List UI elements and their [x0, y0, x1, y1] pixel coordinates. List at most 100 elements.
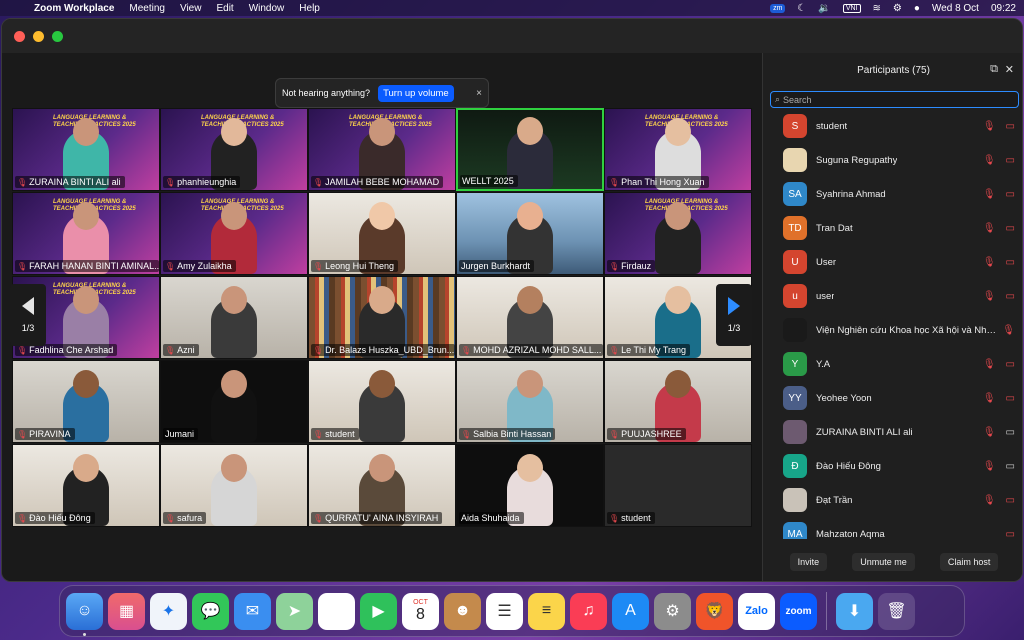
menu-view[interactable]: View — [180, 3, 202, 14]
photos-icon[interactable]: ✿ — [318, 592, 355, 630]
launchpad-icon[interactable]: ▦ — [108, 592, 145, 630]
camera-off-icon[interactable]: ▭ — [1006, 359, 1015, 370]
participant-row[interactable]: Viện Nghiên cứu Khoa học Xã hội và Nhân.… — [763, 313, 1022, 347]
mic-muted-icon[interactable]: 🎙 — [983, 461, 996, 472]
reminders-icon[interactable]: ☰ — [486, 592, 523, 630]
messages-icon[interactable]: 💬 — [192, 592, 229, 630]
app-store-icon[interactable]: A — [612, 592, 649, 630]
camera-off-icon[interactable]: ▭ — [1006, 529, 1015, 540]
next-page-button[interactable]: 1/3 — [716, 284, 752, 346]
video-tile[interactable]: 🎙 student — [604, 444, 752, 527]
menu-time[interactable]: 09:22 — [991, 3, 1016, 14]
video-tile[interactable]: 🎙 Đào Hiếu Đông — [12, 444, 160, 527]
notes-icon[interactable]: ≡ — [528, 592, 565, 630]
video-tile[interactable]: 🎙 PUUJASHREE — [604, 360, 752, 443]
zoom-icon[interactable]: zoom — [780, 592, 817, 630]
maps-icon[interactable]: ➤ — [276, 592, 313, 630]
trash-icon[interactable]: 🗑 — [878, 592, 915, 630]
close-icon[interactable]: × — [476, 88, 482, 99]
moon-icon[interactable]: ☾ — [797, 3, 806, 14]
video-tile[interactable]: 🎙 student — [308, 360, 456, 443]
mic-muted-icon[interactable]: 🎙 — [983, 393, 996, 404]
downloads-folder-icon[interactable]: ⬇ — [836, 592, 873, 630]
participant-row[interactable]: TD Tran Dat 🎙 ▭ — [763, 211, 1022, 245]
participant-row[interactable]: Đ Đào Hiếu Đông 🎙 ▭ — [763, 449, 1022, 483]
participant-row[interactable]: Sstudent 🎙 ▭ — [763, 109, 1022, 143]
camera-off-icon[interactable]: ▭ — [1006, 393, 1015, 404]
video-tile[interactable]: LANGUAGE LEARNING & TEACHING PRACTICES 2… — [160, 108, 308, 191]
video-tile[interactable]: LANGUAGE LEARNING & TEACHING PRACTICES 2… — [160, 192, 308, 275]
participant-row[interactable]: Y Y.A 🎙 ▭ — [763, 347, 1022, 381]
participant-row[interactable]: u user 🎙 ▭ — [763, 279, 1022, 313]
mic-muted-icon[interactable]: 🎙 — [983, 257, 996, 268]
system-settings-icon[interactable]: ⚙ — [654, 592, 691, 630]
mic-muted-icon[interactable]: 🎙 — [983, 291, 996, 302]
video-tile[interactable]: Jumani — [160, 360, 308, 443]
previous-page-button[interactable]: 1/3 — [10, 284, 46, 346]
video-tile[interactable]: LANGUAGE LEARNING & TEACHING PRACTICES 2… — [604, 108, 752, 191]
mic-muted-icon[interactable]: 🎙 — [983, 359, 996, 370]
video-tile[interactable]: Aida Shuhaida — [456, 444, 604, 527]
camera-off-icon[interactable]: ▭ — [1006, 155, 1015, 166]
participant-row[interactable]: YY Yeohee Yoon 🎙 ▭ — [763, 381, 1022, 415]
participant-row[interactable]: Suguna Regupathy 🎙 ▭ — [763, 143, 1022, 177]
video-tile[interactable]: LANGUAGE LEARNING & TEACHING PRACTICES 2… — [604, 192, 752, 275]
video-tile[interactable]: 🎙 PIRAVINA — [12, 360, 160, 443]
video-tile[interactable]: LANGUAGE LEARNING & TEACHING PRACTICES 2… — [12, 108, 160, 191]
camera-off-icon[interactable]: ▭ — [1006, 495, 1015, 506]
menu-window[interactable]: Window — [249, 3, 285, 14]
video-tile[interactable]: 🎙 Leong Hui Theng — [308, 192, 456, 275]
mic-muted-icon[interactable]: 🎙 — [983, 427, 996, 438]
video-tile[interactable]: 🎙 QURRATU' AINA INSYIRAH — [308, 444, 456, 527]
menu-edit[interactable]: Edit — [216, 3, 233, 14]
mic-muted-icon[interactable]: 🎙 — [983, 223, 996, 234]
close-icon[interactable]: ✕ — [1005, 63, 1014, 76]
mic-muted-icon[interactable]: 🎙 — [1002, 325, 1015, 336]
video-tile[interactable]: 🎙 Salbia Binti Hassan — [456, 360, 604, 443]
camera-off-icon[interactable]: ▭ — [1006, 189, 1015, 200]
zalo-icon[interactable]: Zalo — [738, 592, 775, 630]
camera-on-icon[interactable]: ▭ — [1006, 461, 1015, 472]
wifi-icon[interactable]: ≋ — [873, 3, 881, 14]
pop-out-icon[interactable]: ⧉ — [990, 63, 998, 76]
minimize-window-button[interactable] — [33, 30, 44, 42]
invite-button[interactable]: Invite — [789, 553, 828, 571]
facetime-icon[interactable]: ▶ — [360, 592, 397, 630]
video-tile[interactable]: LANGUAGE LEARNING & TEACHING PRACTICES 2… — [12, 192, 160, 275]
mic-muted-icon[interactable]: 🎙 — [983, 155, 996, 166]
camera-off-icon[interactable]: ▭ — [1006, 223, 1015, 234]
participant-row[interactable]: MA Mahzaton Aqma ▭ — [763, 517, 1022, 540]
participant-row[interactable]: U User 🎙 ▭ — [763, 245, 1022, 279]
music-icon[interactable]: ♫ — [570, 592, 607, 630]
zoom-window-button[interactable] — [52, 30, 63, 42]
mic-muted-icon[interactable]: 🎙 — [983, 189, 996, 200]
siri-icon[interactable]: ● — [914, 3, 920, 14]
menu-meeting[interactable]: Meeting — [129, 3, 165, 14]
brave-browser-icon[interactable]: 🦁 — [696, 592, 733, 630]
zoom-status-icon[interactable]: zm — [770, 3, 786, 13]
contacts-icon[interactable]: ☻ — [444, 592, 481, 630]
participant-row[interactable]: SA Syahrina Ahmad 🎙 ▭ — [763, 177, 1022, 211]
close-window-button[interactable] — [14, 30, 25, 42]
mic-muted-icon[interactable]: 🎙 — [983, 495, 996, 506]
video-tile[interactable]: 🎙 Dr. Balazs Huszka_UBD_Brun... — [308, 276, 456, 359]
menu-app-name[interactable]: Zoom Workplace — [34, 3, 114, 14]
camera-off-icon[interactable]: ▭ — [1006, 257, 1015, 268]
video-tile[interactable]: 🎙 safura — [160, 444, 308, 527]
volume-icon[interactable]: 🔉 — [818, 3, 830, 14]
turn-up-volume-button[interactable]: Turn up volume — [378, 84, 454, 102]
menu-date[interactable]: Wed 8 Oct — [932, 3, 979, 14]
video-tile[interactable]: WELLT 2025 — [456, 108, 604, 191]
video-tile[interactable]: 🎙 MOHD AZRIZAL MOHD SALL... — [456, 276, 604, 359]
camera-on-icon[interactable]: ▭ — [1006, 427, 1015, 438]
safari-icon[interactable]: ✦ — [150, 592, 187, 630]
camera-off-icon[interactable]: ▭ — [1006, 121, 1015, 132]
video-tile[interactable]: 🎙 Azni — [160, 276, 308, 359]
search-input[interactable]: ⌕ Search — [770, 91, 1019, 108]
mic-muted-icon[interactable]: 🎙 — [983, 121, 996, 132]
mail-icon[interactable]: ✉ — [234, 592, 271, 630]
participant-row[interactable]: ZURAINA BINTI ALI ali 🎙 ▭ — [763, 415, 1022, 449]
video-tile[interactable]: LANGUAGE LEARNING & TEACHING PRACTICES 2… — [308, 108, 456, 191]
calendar-icon[interactable]: OCT 8 — [402, 592, 439, 630]
participant-list[interactable]: Sstudent 🎙 ▭ Suguna Regupathy 🎙 ▭ SA Syahrina A… — [763, 109, 1022, 540]
